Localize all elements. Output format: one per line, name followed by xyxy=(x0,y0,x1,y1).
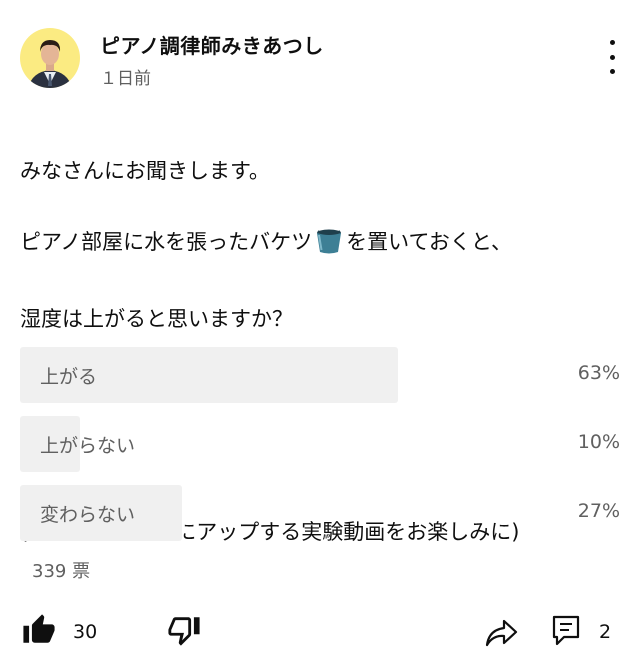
dislike-button[interactable] xyxy=(167,613,201,651)
avatar-portrait xyxy=(28,40,72,88)
poll-option-percent: 27% xyxy=(577,500,620,522)
post-text-line: みなさんにお聞きします。 xyxy=(20,158,270,183)
kebab-menu-icon[interactable] xyxy=(600,40,624,74)
poll-option-label: 変わらない xyxy=(40,504,136,526)
share-button[interactable] xyxy=(484,617,518,653)
like-count: 30 xyxy=(73,621,98,643)
poll-option-2[interactable]: 変わらない 27% xyxy=(20,485,620,541)
share-arrow-icon xyxy=(485,619,518,647)
post-text-line: 湿度は上がると思いますか？ xyxy=(20,306,293,331)
thumbs-up-icon xyxy=(23,614,55,643)
channel-avatar[interactable] xyxy=(20,28,80,88)
comment-count: 2 xyxy=(599,621,612,643)
poll-option-0[interactable]: 上がる 63% xyxy=(20,347,620,403)
post-time[interactable]: １日前 xyxy=(100,64,151,89)
post-text-segment: ピアノ部屋に水を張ったバケツ xyxy=(20,229,313,254)
post-header: ピアノ調律師みきあつし １日前 xyxy=(0,0,640,110)
comment-icon xyxy=(552,615,580,646)
thumbs-down-icon xyxy=(168,617,200,646)
poll-option-label: 上がらない xyxy=(40,435,136,457)
post-text-line: ピアノ部屋に水を張ったバケツ を置いておくと、 xyxy=(20,225,620,267)
poll-option-percent: 10% xyxy=(577,431,620,453)
post-text-segment: を置いておくと、 xyxy=(346,229,513,254)
poll-vote-count: 339 票 xyxy=(32,561,91,582)
poll-option-1[interactable]: 上がらない 10% xyxy=(20,416,620,472)
action-bar: 30 2 xyxy=(0,605,640,661)
poll-option-label: 上がる xyxy=(40,366,98,388)
bucket-emoji-icon xyxy=(314,225,344,267)
comment-button[interactable] xyxy=(552,615,580,651)
like-button[interactable] xyxy=(22,613,56,651)
channel-name[interactable]: ピアノ調律師みきあつし xyxy=(100,30,324,59)
poll-option-percent: 63% xyxy=(577,362,620,384)
